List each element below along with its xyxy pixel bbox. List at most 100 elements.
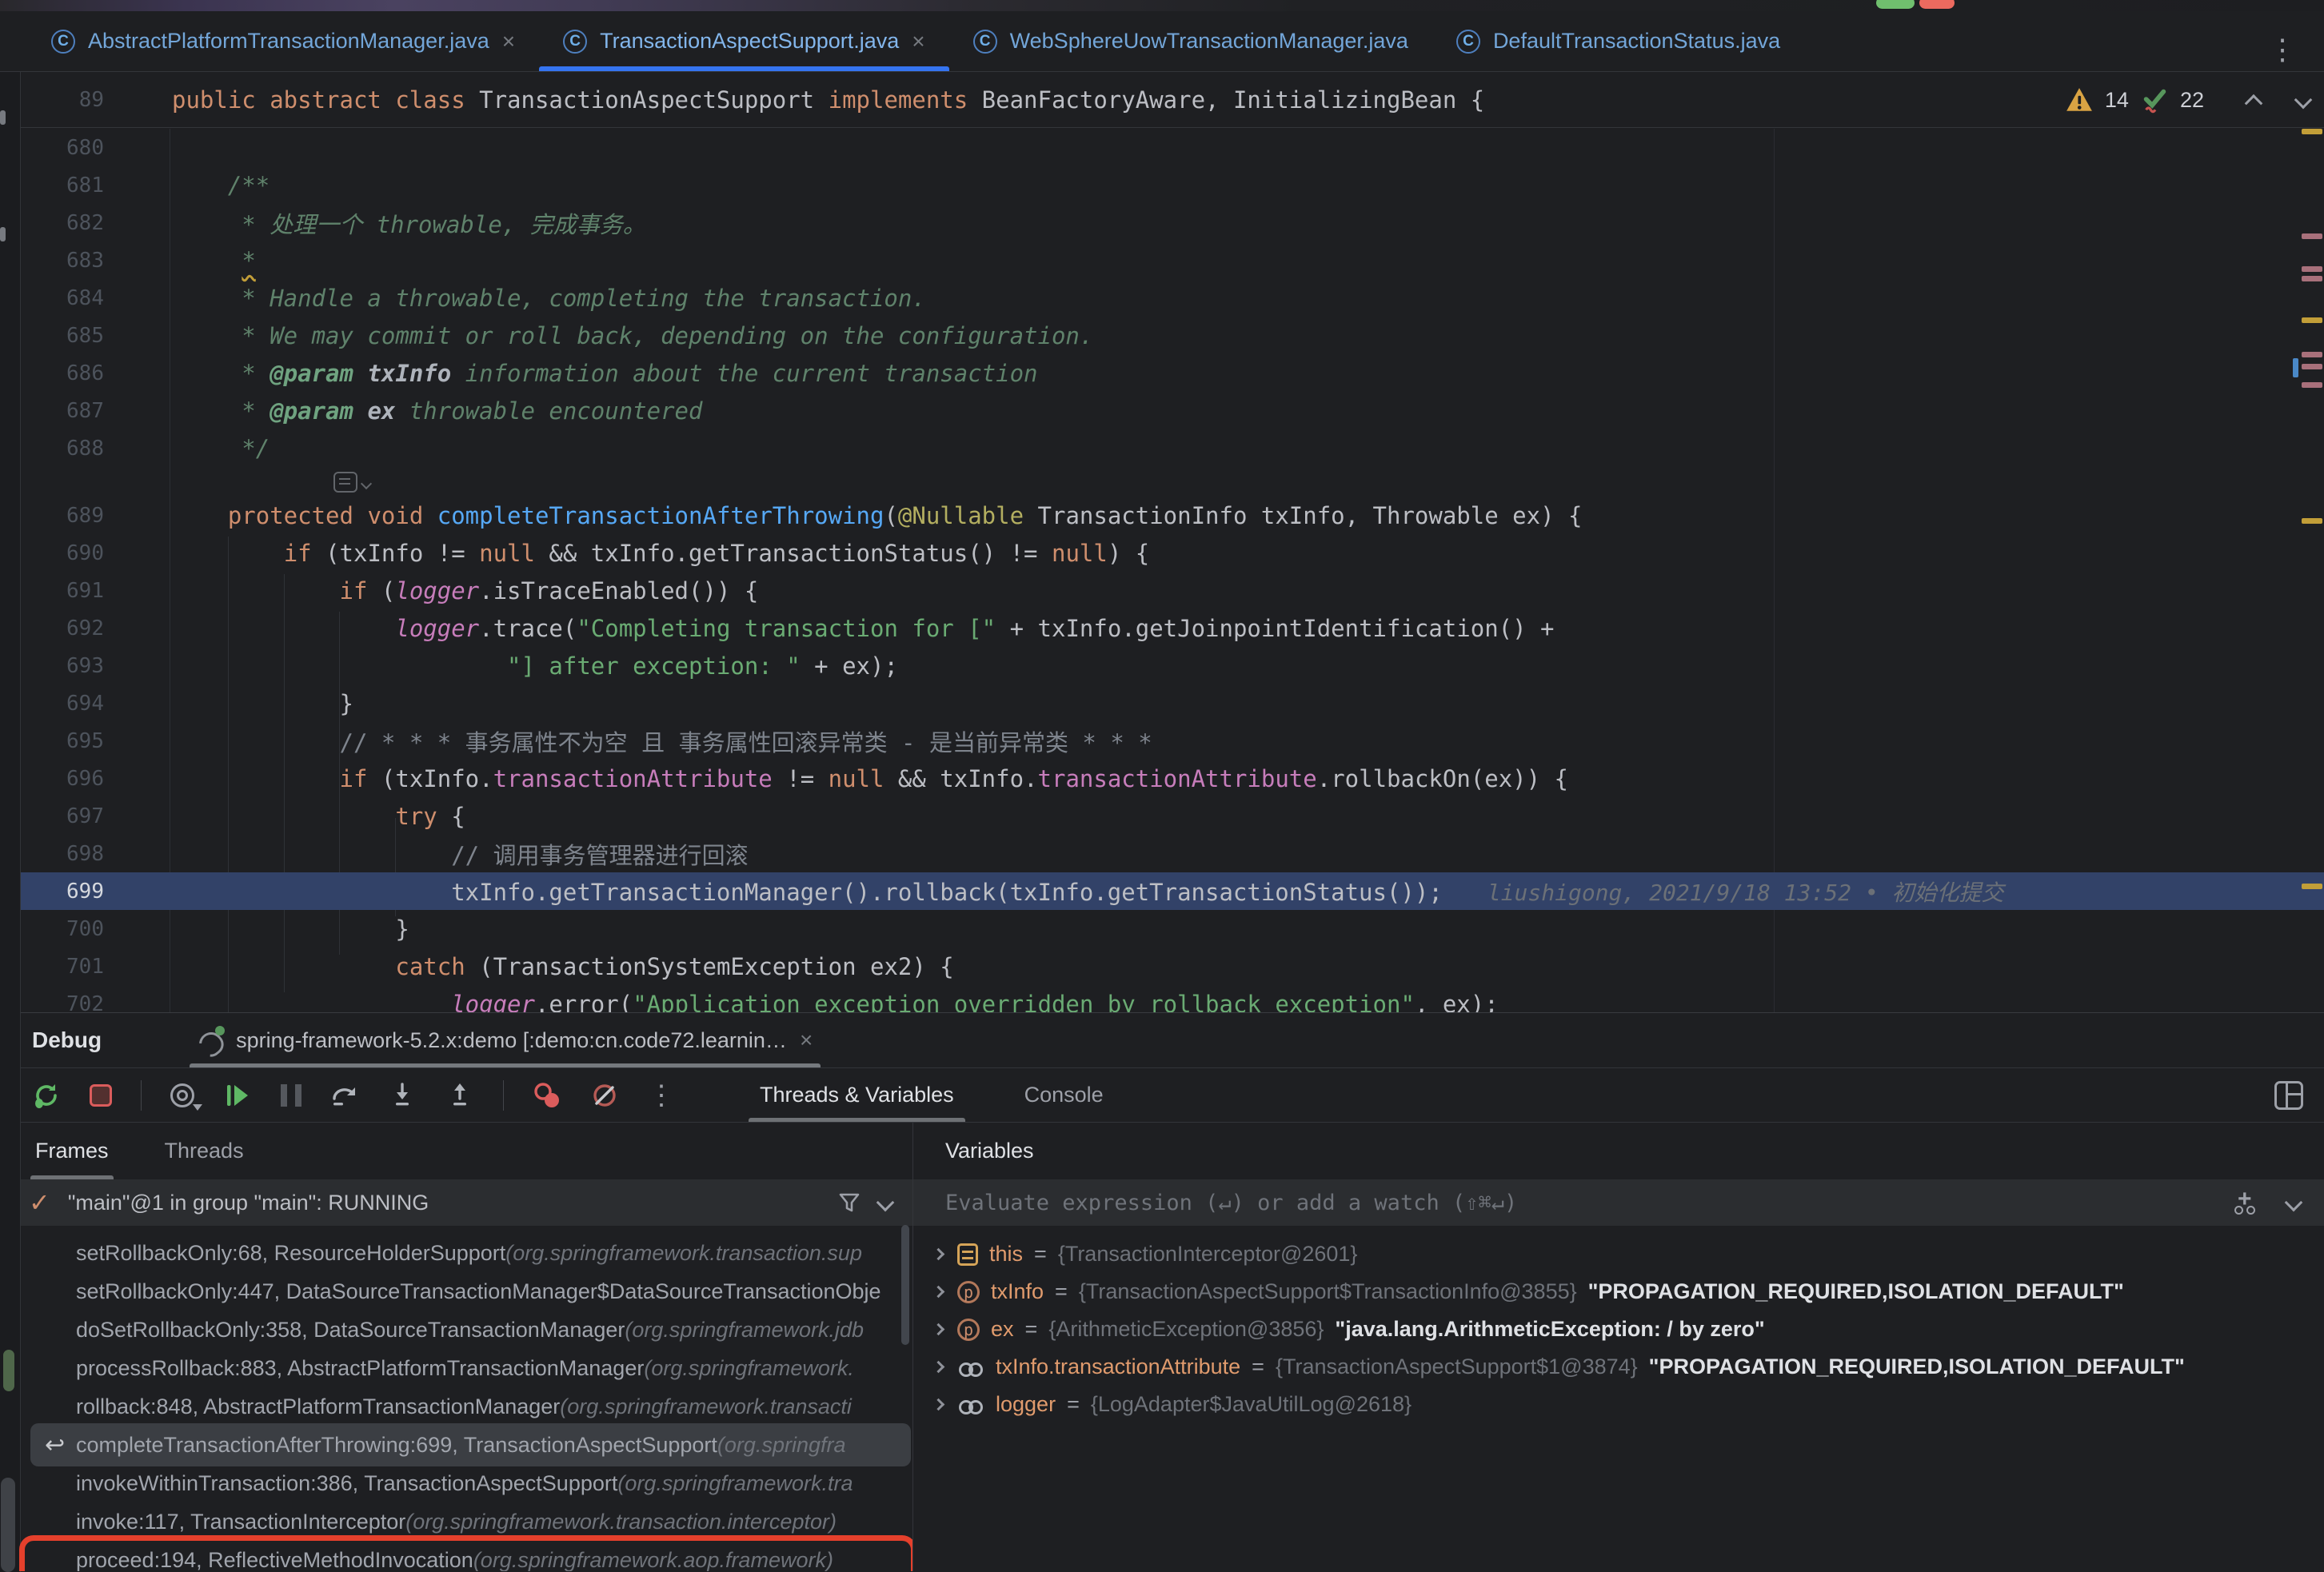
code-text: "] after exception: " + ex);	[172, 652, 898, 680]
mute-breakpoints-icon[interactable]	[590, 1081, 619, 1110]
expand-icon[interactable]	[932, 1361, 945, 1374]
stack-frame[interactable]: processRollback:883, AbstractPlatformTra…	[0, 1349, 912, 1387]
thread-dropdown-icon[interactable]	[876, 1194, 895, 1212]
code-line[interactable]: 683 *	[0, 241, 2324, 279]
left-tool-window-stripe[interactable]	[0, 72, 21, 1572]
code-line[interactable]: 681 /**	[0, 166, 2324, 204]
close-tab-icon[interactable]: ×	[502, 30, 515, 53]
watch-glasses-icon	[957, 1359, 984, 1375]
code-line[interactable]: 695 // * * * 事务属性不为空 且 事务属性回滚异常类 - 是当前异常…	[0, 722, 2324, 760]
close-session-icon[interactable]: ×	[800, 1027, 813, 1053]
editor-tab-3[interactable]: CWebSphereUowTransactionManager.java	[949, 11, 1432, 71]
evaluate-expression-input[interactable]: Evaluate expression (↵) or add a watch (…	[913, 1179, 2324, 1226]
expand-icon[interactable]	[932, 1286, 945, 1299]
code-line[interactable]: 680	[0, 129, 2324, 166]
code-line[interactable]: 693 "] after exception: " + ex);	[0, 647, 2324, 684]
error-stripe-mark[interactable]	[2302, 352, 2322, 357]
code-line[interactable]: 692 logger.trace("Completing transaction…	[0, 609, 2324, 647]
debug-tab-threads-variables[interactable]: Threads & Variables	[749, 1068, 965, 1122]
parameter-icon: p	[957, 1281, 980, 1303]
code-line[interactable]: 696 if (txInfo.transactionAttribute != n…	[0, 760, 2324, 797]
stack-frame[interactable]: doSetRollbackOnly:358, DataSourceTransac…	[0, 1311, 912, 1349]
editor-tab-2[interactable]: CTransactionAspectSupport.java×	[539, 11, 949, 71]
code-line[interactable]: 690 if (txInfo != null && txInfo.getTran…	[0, 534, 2324, 572]
stop-icon[interactable]	[90, 1084, 112, 1107]
frames-scrollbar[interactable]	[901, 1225, 909, 1345]
variable-row[interactable]: this = {TransactionInterceptor@2601}	[913, 1235, 2324, 1273]
error-stripe-mark[interactable]	[2302, 382, 2322, 388]
code-segment: (	[367, 577, 395, 604]
thread-selector[interactable]: ✓ "main"@1 in group "main": RUNNING	[0, 1179, 912, 1226]
code-line[interactable]: 682 * 处理一个 throwable, 完成事务。	[0, 204, 2324, 241]
code-line[interactable]: 689 protected void completeTransactionAf…	[0, 497, 2324, 534]
close-tab-icon[interactable]: ×	[912, 30, 924, 53]
breakpoint-options-icon[interactable]	[170, 1083, 194, 1107]
expand-icon[interactable]	[932, 1323, 945, 1336]
stack-frame[interactable]: rollback:848, AbstractPlatformTransactio…	[0, 1387, 912, 1426]
error-stripe-mark[interactable]	[2302, 317, 2322, 323]
error-stripe-mark[interactable]	[2302, 276, 2322, 281]
toolbar-more-icon[interactable]: ⋮	[648, 1082, 675, 1109]
error-stripe-mark[interactable]	[2302, 884, 2322, 889]
stack-frame[interactable]: setRollbackOnly:68, ResourceHolderSuppor…	[0, 1234, 912, 1272]
code-line[interactable]: 685 * We may commit or roll back, depend…	[0, 317, 2324, 354]
code-line[interactable]: 684 * Handle a throwable, completing the…	[0, 279, 2324, 317]
view-breakpoints-icon[interactable]	[533, 1081, 561, 1110]
step-into-icon[interactable]	[388, 1081, 417, 1110]
code-text: if (txInfo != null && txInfo.getTransact…	[172, 540, 1149, 567]
inspections-widget[interactable]: 14 22	[2065, 72, 2310, 128]
add-watch-icon[interactable]: +	[2233, 1191, 2260, 1215]
error-stripe-mark[interactable]	[2302, 129, 2322, 134]
step-over-icon[interactable]	[330, 1081, 359, 1110]
error-stripe-mark[interactable]	[2302, 266, 2322, 272]
prev-problem-icon[interactable]	[2245, 94, 2263, 113]
pane-tab-frames[interactable]: Frames	[30, 1123, 114, 1179]
code-line[interactable]: 686 * @param txInfo information about th…	[0, 354, 2324, 392]
variable-row[interactable]: logger = {LogAdapter$JavaUtilLog@2618}	[913, 1386, 2324, 1423]
error-stripe-mark[interactable]	[2302, 518, 2322, 524]
step-out-icon[interactable]	[445, 1081, 474, 1110]
stack-frame[interactable]: setRollbackOnly:447, DataSourceTransacti…	[0, 1272, 912, 1311]
editor-tab-1[interactable]: CAbstractPlatformTransactionManager.java…	[27, 11, 539, 71]
code-text: logger.trace("Completing transaction for…	[172, 615, 1555, 642]
code-line[interactable]: 701 catch (TransactionSystemException ex…	[0, 948, 2324, 985]
code-line[interactable]: 694 }	[0, 684, 2324, 722]
editor-tabs-more-icon[interactable]: ⋮	[2268, 35, 2297, 64]
stripe-tool-icon[interactable]	[3, 1350, 14, 1391]
code-editor[interactable]: 680681 /**682 * 处理一个 throwable, 完成事务。683…	[0, 129, 2324, 1012]
filter-icon[interactable]	[837, 1191, 861, 1215]
evaluate-history-icon[interactable]	[2285, 1194, 2303, 1212]
debug-session-tab[interactable]: spring-framework-5.2.x:demo [:demo:cn.co…	[190, 1013, 821, 1067]
resume-program-icon[interactable]	[223, 1081, 252, 1110]
external-annotations-icon[interactable]	[333, 472, 357, 493]
debug-tab-console[interactable]: Console	[1013, 1068, 1115, 1122]
stack-frame-selected[interactable]: ↩completeTransactionAfterThrowing:699, T…	[0, 1426, 912, 1464]
code-line[interactable]: 687 * @param ex throwable encountered	[0, 392, 2324, 429]
error-stripe-mark[interactable]	[2302, 364, 2322, 369]
stack-frame[interactable]: invokeWithinTransaction:386, Transaction…	[0, 1464, 912, 1502]
execution-line[interactable]: 699 txInfo.getTransactionManager().rollb…	[0, 872, 2324, 910]
rerun-debug-icon[interactable]	[32, 1081, 61, 1110]
code-line[interactable]: 688 */	[0, 429, 2324, 467]
pause-program-icon[interactable]	[281, 1084, 301, 1107]
code-line[interactable]: 697 try {	[0, 797, 2324, 835]
watch-icon	[957, 1397, 984, 1413]
code-segment: if	[340, 577, 368, 604]
code-line[interactable]: 700 }	[0, 910, 2324, 948]
expand-icon[interactable]	[932, 1248, 945, 1261]
toolbar-separator	[503, 1080, 504, 1111]
code-text: if (logger.isTraceEnabled()) {	[172, 577, 758, 604]
layout-settings-icon[interactable]	[2274, 1081, 2303, 1110]
editor-tab-4[interactable]: CDefaultTransactionStatus.java	[1432, 11, 1804, 71]
code-line[interactable]: 702 logger.error("Application exception …	[0, 985, 2324, 1012]
error-stripe-mark[interactable]	[2302, 233, 2322, 239]
expand-icon[interactable]	[932, 1398, 945, 1411]
next-problem-icon[interactable]	[2294, 91, 2313, 110]
variable-row[interactable]: txInfo.transactionAttribute = {Transacti…	[913, 1348, 2324, 1386]
stripe-tool-icon[interactable]	[1, 1478, 15, 1572]
pane-tab-threads[interactable]: Threads	[160, 1123, 249, 1179]
code-line[interactable]: 698 // 调用事务管理器进行回滚	[0, 835, 2324, 872]
variable-row[interactable]: pex = {ArithmeticException@3856} "java.l…	[913, 1311, 2324, 1348]
code-line[interactable]: 691 if (logger.isTraceEnabled()) {	[0, 572, 2324, 609]
variable-row[interactable]: ptxInfo = {TransactionAspectSupport$Tran…	[913, 1273, 2324, 1311]
